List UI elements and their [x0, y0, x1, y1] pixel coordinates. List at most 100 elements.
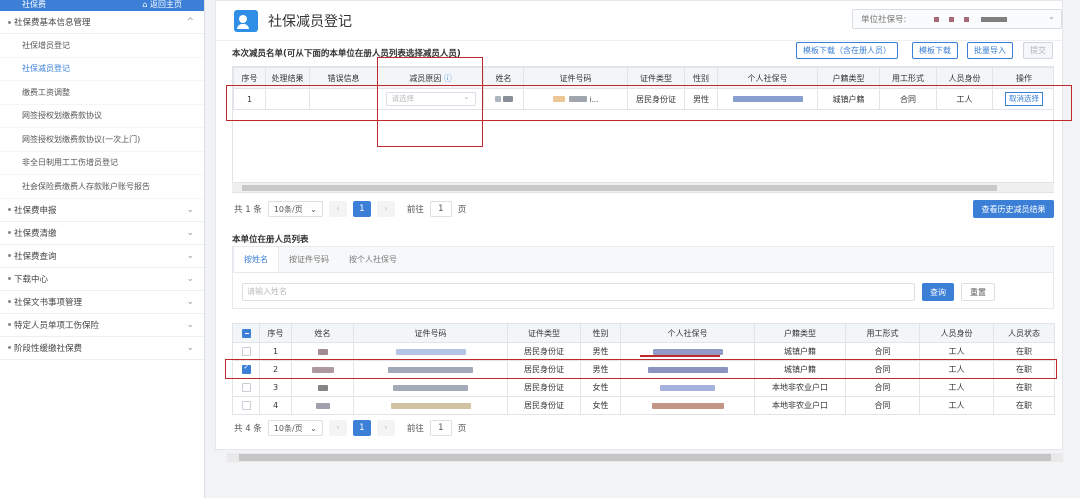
scrollbar-thumb[interactable] [242, 185, 997, 191]
table-row[interactable]: 2 居民身份证 男性 城镇户籍 合同 工人 在职 [232, 360, 1055, 379]
staff-list-title: 本单位在册人员列表 [232, 235, 309, 245]
query-button[interactable]: 查询 [922, 283, 954, 301]
cell-hukou: 城镇户籍 [754, 360, 846, 379]
chevron-down-icon: ⌄ [186, 204, 194, 215]
row-checkbox[interactable] [241, 363, 251, 374]
cell-gender: 女性 [580, 396, 621, 415]
col-result: 处理结果 [265, 67, 310, 89]
next-page-button[interactable]: › [376, 420, 395, 436]
col-id-number: 证件号码 [523, 67, 628, 89]
goto-input[interactable]: 1 [429, 201, 452, 217]
col-social-no: 个人社保号 [620, 323, 755, 343]
sidebar-item-online-agreement-visit[interactable]: 网签授权划缴费款协议(一次上门) [0, 128, 204, 152]
reset-button[interactable]: 重置 [961, 283, 995, 301]
sidebar-group-download[interactable]: 下载中心 ⌄ [0, 268, 204, 291]
cell-identity: 工人 [919, 342, 994, 361]
cell-name [291, 378, 354, 397]
cell-identity: 工人 [919, 378, 994, 397]
chevron-down-icon: ⌄ [186, 319, 194, 330]
next-page-button[interactable]: › [376, 201, 395, 217]
view-history-button[interactable]: 查看历史减员结果 [973, 200, 1054, 218]
page-number[interactable]: 1 [352, 420, 371, 436]
sidebar-group-docs[interactable]: 社保文书事项管理 ⌄ [0, 291, 204, 314]
col-id-number: 证件号码 [353, 323, 508, 343]
redacted-text [964, 16, 970, 22]
chevron-down-icon: ⌄ [310, 204, 317, 214]
row-checkbox[interactable] [241, 401, 251, 410]
cell-identity: 工人 [919, 360, 994, 379]
tab-by-name[interactable]: 按姓名 [233, 247, 279, 272]
pager-total: 共 4 条 [234, 424, 262, 434]
cell-id-number [353, 378, 508, 397]
template-download-with-staff-button[interactable]: 模板下载（含在册人员） [796, 42, 898, 59]
page-scrollbar[interactable] [227, 453, 1063, 462]
prev-page-button[interactable]: ‹ [328, 201, 347, 217]
sidebar-group-clear[interactable]: 社保费清缴 ⌄ [0, 222, 204, 245]
main-area: 社保减员登记 单位社保号: ⌄ 本次减员名单(可从下面的本单位在册人员列表选择减… [215, 0, 1070, 498]
page-size-select[interactable]: 10条/页 ⌄ [267, 420, 323, 436]
sidebar-group-injury[interactable]: 特定人员单项工伤保险 ⌄ [0, 314, 204, 337]
sidebar-group-declare[interactable]: 社保费申报 ⌄ [0, 199, 204, 222]
horizontal-scrollbar[interactable] [232, 182, 1054, 192]
help-icon[interactable]: ⓘ [444, 74, 452, 83]
reduction-table-wrap: 序号 处理结果 错误信息 减员原因 ⓘ 姓名 证件号码 证件类型 性别 个人社保… [232, 66, 1054, 193]
cancel-selection-button[interactable]: 取消选择 [1005, 92, 1043, 106]
table-row[interactable]: 3 居民身份证 女性 本地非农业户口 合同 工人 在职 [232, 378, 1055, 397]
unit-selector[interactable]: 单位社保号: ⌄ [852, 9, 1062, 29]
row-checkbox[interactable] [241, 347, 251, 356]
page-number[interactable]: 1 [352, 201, 371, 217]
cell-social-no [620, 360, 755, 379]
sidebar-item-reduce-staff[interactable]: 社保减员登记 [0, 58, 204, 81]
cell-gender: 男性 [580, 360, 621, 379]
sidebar-header: 社保费 ⌂ 返回主页 [0, 0, 204, 11]
sidebar-group-basic-info[interactable]: 社保费基本信息管理 ^ [0, 11, 204, 34]
cell-employment: 合同 [879, 88, 937, 110]
col-employment: 用工形式 [845, 323, 920, 343]
submit-button[interactable]: 提交 [1023, 42, 1053, 59]
sidebar-group-query[interactable]: 社保费查询 ⌄ [0, 245, 204, 268]
cell-seq: 1 [233, 88, 266, 110]
search-input[interactable]: 请输入姓名 [242, 283, 915, 301]
sidebar-item-add-staff[interactable]: 社保增员登记 [0, 34, 204, 58]
sidebar-item-bank-account-report[interactable]: 社会保险费缴费人存款账户账号报告 [0, 175, 204, 199]
col-social-no: 个人社保号 [717, 67, 818, 89]
batch-import-button[interactable]: 批量导入 [967, 42, 1013, 59]
reduction-table: 序号 处理结果 错误信息 减员原因 ⓘ 姓名 证件号码 证件类型 性别 个人社保… [233, 67, 1053, 110]
pager-2: 共 4 条 10条/页 ⌄ ‹ 1 › 前往 1 页 [234, 420, 466, 436]
prev-page-button[interactable]: ‹ [328, 420, 347, 436]
cell-status: 在职 [993, 342, 1055, 361]
cell-hukou: 本地非农业户口 [754, 396, 846, 415]
template-download-button[interactable]: 模板下载 [912, 42, 958, 59]
cell-seq: 2 [259, 360, 292, 379]
table-row[interactable]: 1 居民身份证 男性 城镇户籍 合同 工人 在职 [232, 342, 1055, 361]
table-row[interactable]: 4 居民身份证 女性 本地非农业户口 合同 工人 在职 [232, 396, 1055, 415]
page-unit-label: 页 [457, 205, 467, 215]
reduction-reason-select[interactable]: 请选择 [385, 91, 476, 106]
sidebar-group-deferral[interactable]: 阶段性缓缴社保费 ⌄ [0, 337, 204, 360]
sidebar-item-parttime-injury[interactable]: 非全日制用工工伤增员登记 [0, 152, 204, 175]
col-id-type: 证件类型 [507, 323, 581, 343]
chevron-down-icon: ⌄ [310, 423, 317, 433]
sidebar-title: 社保费 [22, 0, 46, 9]
cell-name [291, 342, 354, 361]
select-all-checkbox[interactable] [232, 323, 260, 343]
chevron-down-icon: ⌄ [186, 296, 194, 307]
redacted-text [934, 16, 940, 22]
col-error: 错误信息 [309, 67, 378, 89]
redacted-text [981, 16, 1008, 22]
sidebar-item-wage-adjust[interactable]: 缴费工资调整 [0, 81, 204, 105]
back-home-link[interactable]: ⌂ 返回主页 [142, 0, 182, 11]
scrollbar-thumb[interactable] [239, 454, 1051, 461]
page-size-select[interactable]: 10条/页 ⌄ [267, 201, 323, 217]
cell-social-no [717, 88, 818, 110]
row-checkbox[interactable] [241, 383, 251, 392]
tab-by-id[interactable]: 按证件号码 [279, 247, 339, 272]
underline-mark [640, 355, 720, 357]
cell-action: 取消选择 [992, 88, 1053, 110]
sidebar-item-online-agreement[interactable]: 网签授权划缴费款协议 [0, 105, 204, 128]
cell-identity: 工人 [936, 88, 993, 110]
cell-id-type: 居民身份证 [507, 360, 581, 379]
tab-by-social-no[interactable]: 按个人社保号 [339, 247, 407, 272]
goto-input[interactable]: 1 [429, 420, 452, 436]
user-card-icon [234, 9, 258, 32]
